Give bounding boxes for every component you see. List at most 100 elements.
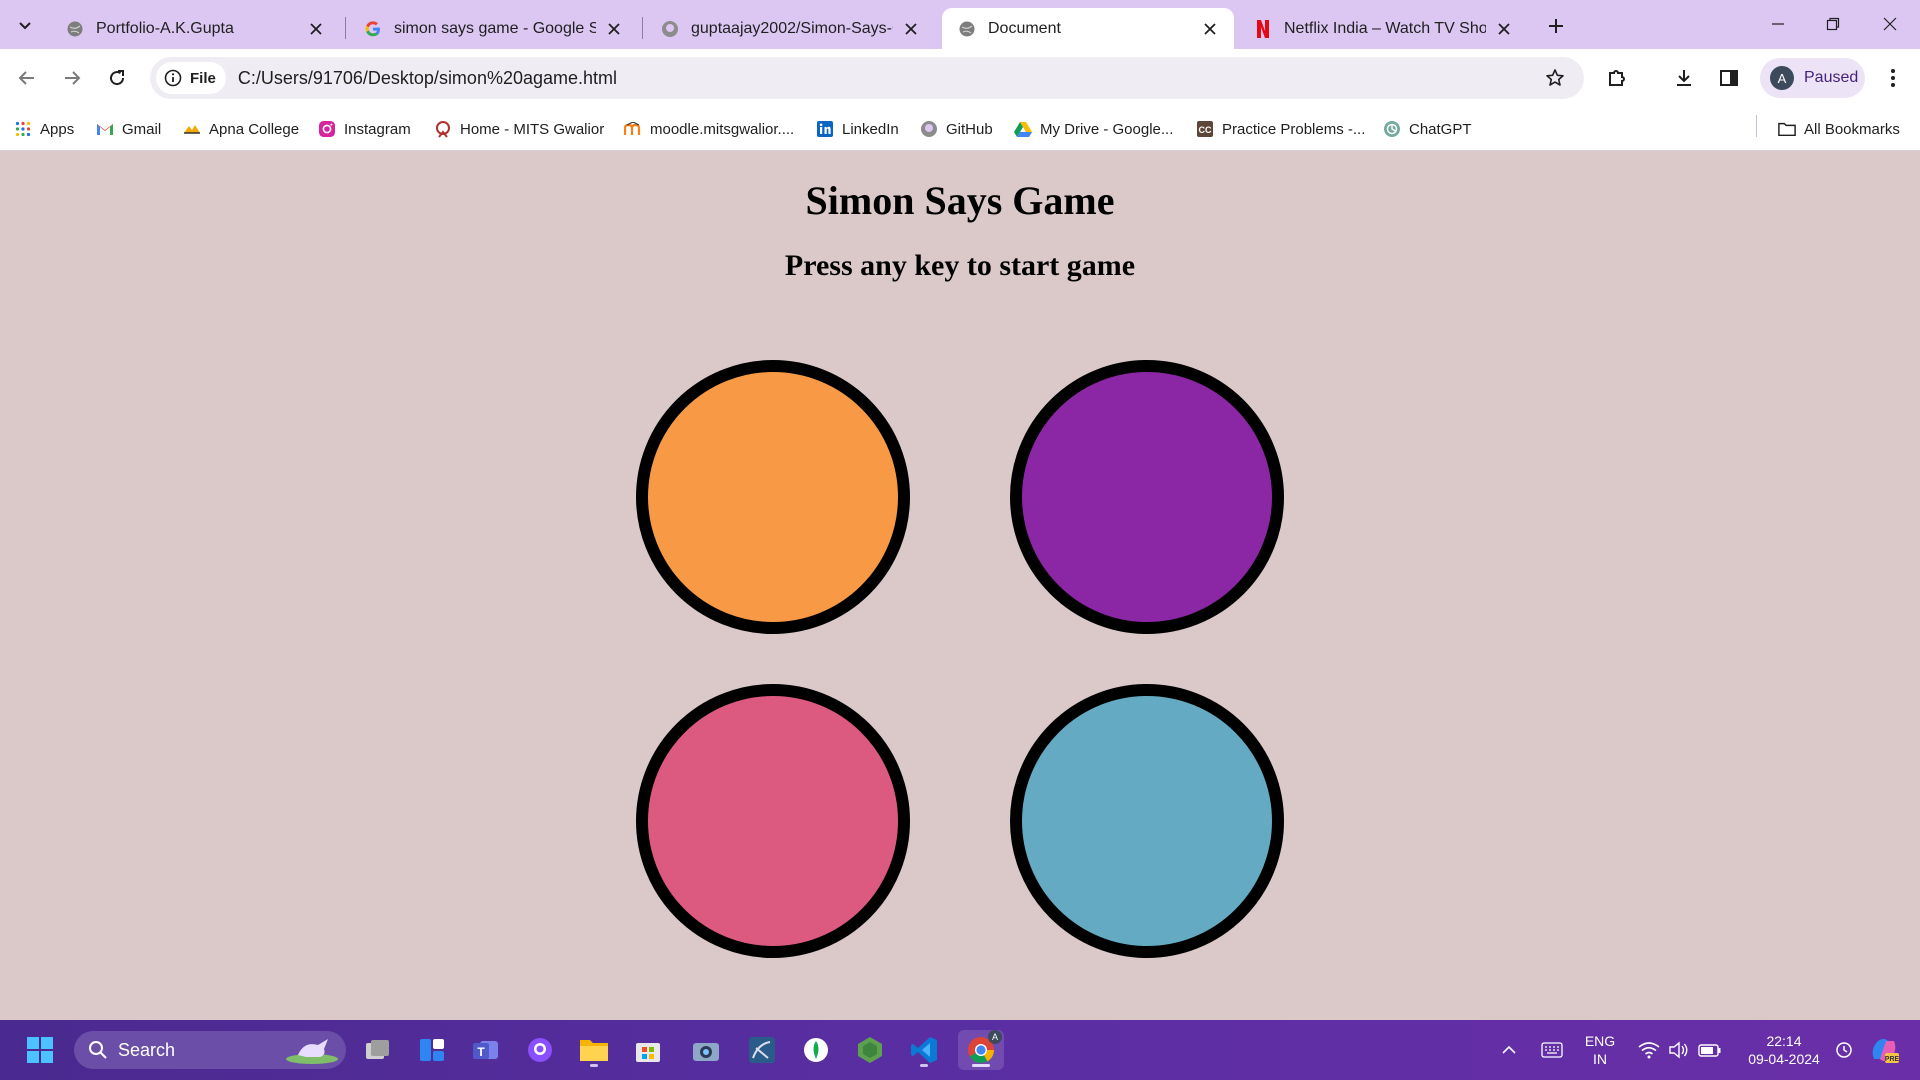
google-drive-icon [1014,120,1032,138]
bookmark-apps[interactable]: Apps [14,116,74,142]
file-explorer-button[interactable] [574,1030,614,1070]
nodejs-button[interactable] [850,1030,890,1070]
address-bar[interactable]: File C:/Users/91706/Desktop/simon%20agam… [150,57,1584,99]
side-panel-button[interactable] [1712,61,1746,95]
quick-settings-button[interactable] [1630,1030,1730,1070]
tab-title: Netflix India – Watch TV Shows [1284,19,1486,37]
clock[interactable]: 22:14 09-04-2024 [1742,1032,1826,1068]
bookmark-github[interactable]: GitHub [920,116,993,142]
close-tab-icon[interactable] [1200,19,1220,39]
bookmark-google-drive[interactable]: My Drive - Google... [1014,116,1173,142]
microsoft-store-button[interactable] [628,1030,668,1070]
bookmark-gmail[interactable]: Gmail [96,116,161,142]
extensions-button[interactable] [1600,61,1634,95]
running-indicator [590,1064,598,1067]
teams-button[interactable]: T [466,1030,506,1070]
close-window-button[interactable] [1872,10,1908,38]
restore-button[interactable] [1815,10,1851,38]
mongodb-compass-button[interactable] [796,1030,836,1070]
github-icon [661,20,679,38]
input-language-indicator[interactable]: ENG IN [1578,1032,1622,1068]
chrome-menu-button[interactable] [1876,61,1910,95]
bookmark-linkedin[interactable]: LinkedIn [816,116,899,142]
minimize-button[interactable] [1760,10,1796,38]
pink-button[interactable] [636,684,910,958]
camera-button[interactable] [686,1030,726,1070]
taskbar: Search T A ENG IN 22:14 09-04-2024 PRE [0,1020,1920,1080]
bookmark-mits-gwalior[interactable]: Home - MITS Gwalior [434,116,604,142]
search-icon [89,1041,107,1059]
bookmark-apna-college[interactable]: Apna College [183,116,299,142]
side-panel-icon [1720,70,1738,86]
bookmark-label: moodle.mitsgwalior.... [650,120,795,138]
close-tab-icon[interactable] [306,19,326,39]
close-icon [1883,17,1897,31]
star-icon [1546,69,1564,86]
restore-icon [1826,17,1840,31]
task-view-icon [366,1040,389,1059]
tab-search-button[interactable] [8,8,42,42]
chrome-button[interactable]: A [958,1030,1004,1070]
arrow-left-icon [18,71,34,85]
close-tab-icon[interactable] [1494,19,1514,39]
codechef-icon: CC [1196,120,1214,138]
tab-document[interactable]: Document [942,8,1234,49]
tab-netflix[interactable]: Netflix India – Watch TV Shows [1238,8,1528,49]
purple-button[interactable] [1010,360,1284,634]
minimize-icon [1772,23,1784,25]
apna-college-icon [183,120,201,138]
new-tab-button[interactable] [1542,12,1570,40]
globe-icon [958,20,976,38]
widgets-button[interactable] [412,1030,452,1070]
copilot-button[interactable]: PRE [1862,1030,1906,1070]
orange-button[interactable] [636,360,910,634]
github-desktop-button[interactable] [520,1030,560,1070]
tab-separator [642,17,643,39]
touch-keyboard-button[interactable] [1536,1030,1568,1070]
downloads-button[interactable] [1667,61,1701,95]
bookmark-label: GitHub [946,120,993,138]
bookmark-practice-problems[interactable]: CC Practice Problems -... [1196,116,1365,142]
tab-separator [345,17,346,39]
github-desktop-icon [528,1038,552,1062]
url-text[interactable]: C:/Users/91706/Desktop/simon%20agame.htm… [238,68,1538,89]
bookmark-label: Practice Problems -... [1222,120,1366,138]
bookmark-chatgpt[interactable]: ChatGPT [1383,116,1472,142]
back-button[interactable] [10,61,44,95]
battery-icon [1698,1044,1721,1057]
running-indicator [972,1064,990,1067]
start-button[interactable] [20,1030,60,1070]
close-tab-icon[interactable] [604,19,624,39]
tab-title: guptaajay2002/Simon-Says-Ga [691,19,893,37]
notifications-button[interactable] [1830,1030,1858,1070]
tab-google-search[interactable]: simon says game - Google Sear [348,8,638,49]
bookmark-label: Apps [40,120,75,138]
windows-icon [27,1037,53,1063]
bookmark-instagram[interactable]: Instagram [318,116,411,142]
keyboard-icon [1541,1042,1563,1058]
bookmark-moodle[interactable]: moodle.mitsgwalior.... [624,116,794,142]
all-bookmarks-button[interactable]: All Bookmarks [1778,116,1900,142]
bookmarks-separator [1756,115,1757,137]
forward-button[interactable] [55,61,89,95]
site-info-chip[interactable]: File [156,62,226,94]
tab-github-repo[interactable]: guptaajay2002/Simon-Says-Ga [645,8,935,49]
mysql-workbench-button[interactable] [742,1030,782,1070]
netflix-icon [1254,19,1272,38]
profile-button[interactable]: A Paused [1760,58,1865,98]
vscode-button[interactable] [904,1030,944,1070]
blue-button[interactable] [1010,684,1284,958]
task-view-button[interactable] [358,1030,398,1070]
chevron-down-icon [19,22,31,30]
tab-portfolio[interactable]: Portfolio-A.K.Gupta [50,8,340,49]
game-status: Press any key to start game [784,249,1136,282]
close-tab-icon[interactable] [901,19,921,39]
arrow-right-icon [65,71,81,85]
gmail-icon [96,120,114,138]
avatar: A [1770,66,1794,90]
show-hidden-icons-button[interactable] [1494,1030,1524,1070]
wifi-icon [1638,1042,1660,1059]
bookmark-star-button[interactable] [1538,61,1572,95]
reload-button[interactable] [100,61,134,95]
taskbar-search[interactable]: Search [74,1031,346,1069]
